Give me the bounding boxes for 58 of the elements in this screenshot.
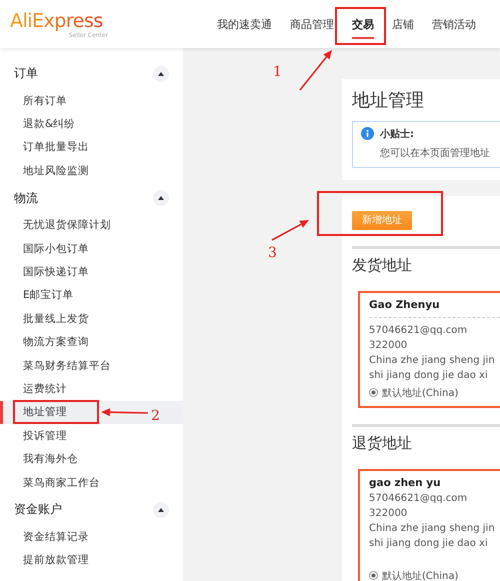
collapse-button[interactable] — [153, 190, 169, 206]
arrow — [299, 50, 332, 90]
collapse-button[interactable] — [153, 66, 169, 82]
sidebar-item[interactable]: 所有订单 — [0, 89, 183, 112]
caret-icon — [158, 508, 164, 512]
sidebar-item[interactable]: 无忧退货保障计划 — [0, 214, 183, 237]
address-text: shi jiang dong jie dao xi — [369, 536, 489, 550]
sidebar-item[interactable]: 资金结算记录 — [0, 525, 183, 549]
step-number: 2 — [151, 408, 160, 424]
collapse-button[interactable] — [153, 502, 169, 518]
sidebar-item[interactable]: 运费统计 — [0, 377, 183, 401]
sidebar-item[interactable]: 菜鸟财务结算平台 — [0, 354, 183, 378]
section-title: 资金账户 — [14, 501, 62, 518]
sidebar-item[interactable]: 批量线上发货 — [0, 307, 183, 331]
caret-icon — [158, 72, 164, 76]
highlight-frame — [335, 7, 386, 45]
sidebar-item[interactable]: 投诉管理 — [0, 424, 183, 448]
step-number: 3 — [268, 245, 277, 261]
email-text: 57046621@qq.com — [369, 492, 468, 506]
logo-text: AliExpress — [10, 10, 103, 32]
sidebar-item[interactable]: 菜鸟商家工作台 — [0, 470, 183, 494]
section-heading: 退货地址 — [352, 434, 413, 452]
sidebar-item[interactable]: 物流方案查询 — [0, 330, 183, 354]
address-text: China zhe jiang sheng jin — [369, 354, 496, 368]
section-title: 订单 — [14, 65, 38, 82]
page-title: 地址管理 — [352, 89, 425, 113]
zip-code: 322000 — [369, 506, 408, 520]
arrow — [101, 408, 148, 416]
contact-name: Gao Zhenyu — [369, 298, 500, 318]
nav-tab[interactable]: 商品管理 — [281, 0, 343, 48]
sidebar-item[interactable]: E邮宝订单 — [0, 284, 183, 308]
arrow — [272, 220, 309, 241]
nav-tab[interactable]: 营销活动 — [423, 0, 485, 48]
nav-tab[interactable]: 交易 — [343, 0, 383, 48]
sidebar-item[interactable]: 提前放款管理 — [0, 548, 183, 572]
address-text: shi jiang dong jie dao xi — [369, 368, 489, 382]
tip-text: 您可以在本页面管理地址 — [380, 146, 490, 161]
contact-name: gao zhen yu — [369, 476, 442, 490]
default-address-radio[interactable]: 默认地址(China) — [369, 386, 458, 400]
section-heading: 发货地址 — [352, 256, 413, 274]
tip-title: 小贴士: — [380, 128, 415, 142]
sidebar-item[interactable]: 订单批量导出 — [0, 136, 183, 160]
selection-bar — [0, 400, 3, 424]
section-title: 物流 — [14, 190, 38, 207]
default-address-radio[interactable]: 默认地址(China) — [369, 568, 458, 581]
info-icon — [361, 127, 374, 140]
sidebar-item[interactable]: 国际快递订单 — [0, 260, 183, 284]
caret-icon — [158, 196, 164, 200]
sidebar-item[interactable]: 我有海外仓 — [0, 447, 183, 471]
sidebar-item[interactable]: 国际小包订单 — [0, 236, 183, 260]
nav-tab[interactable]: 我的速卖通 — [208, 0, 281, 48]
address-text: China zhe jiang sheng jin — [369, 522, 496, 536]
email-text: 57046621@qq.com — [369, 324, 468, 338]
nav-tab[interactable]: 店铺 — [383, 0, 423, 48]
step-number: 1 — [273, 64, 282, 80]
zip-code: 322000 — [369, 338, 408, 352]
sidebar-item[interactable]: 地址风险监测 — [0, 159, 183, 183]
sidebar-item[interactable]: 退款&纠纷 — [0, 112, 183, 136]
